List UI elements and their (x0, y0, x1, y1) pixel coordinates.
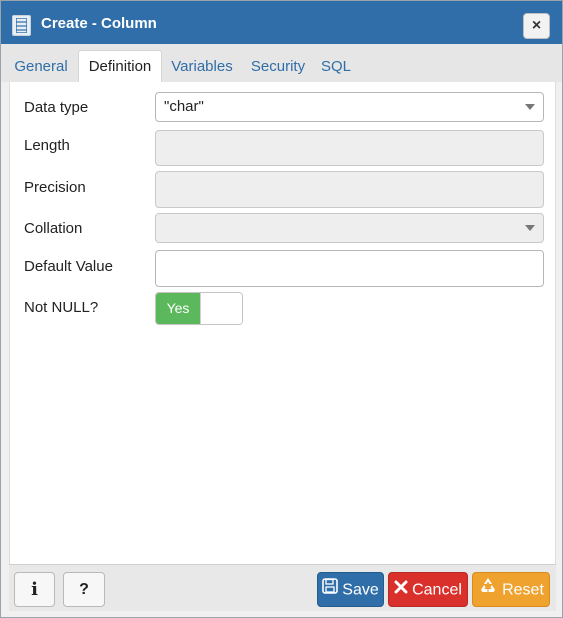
collation-select (155, 213, 544, 243)
recycle-icon (478, 573, 498, 606)
default-value-input[interactable] (155, 250, 544, 287)
floppy-disk-icon (322, 573, 339, 606)
precision-input (155, 171, 544, 208)
reset-label: Reset (502, 581, 544, 599)
default-value-label: Default Value (24, 258, 113, 275)
length-input (155, 130, 544, 166)
toggle-handle[interactable] (200, 293, 242, 324)
dialog-title: Create - Column (41, 15, 157, 32)
data-type-value: "char" (164, 98, 204, 115)
tab-definition[interactable]: Definition (78, 50, 162, 82)
info-icon: i (31, 579, 38, 600)
precision-label: Precision (24, 179, 86, 196)
table-column-icon (12, 15, 31, 36)
help-button[interactable]: ? (63, 572, 105, 607)
create-column-dialog: Create - Column × General Definition Var… (0, 0, 563, 618)
data-type-label: Data type (24, 99, 89, 116)
definition-panel: Data type "char" Length Precision Collat… (9, 82, 556, 564)
tab-sql[interactable]: SQL (318, 52, 354, 82)
tab-variables[interactable]: Variables (167, 52, 237, 82)
not-null-label: Not NULL? (24, 299, 99, 316)
cancel-button[interactable]: Cancel (388, 572, 468, 607)
data-type-select[interactable]: "char" (155, 92, 544, 122)
tab-bar: General Definition Variables Security SQ… (1, 44, 562, 82)
chevron-down-icon (525, 225, 535, 231)
collation-label: Collation (24, 220, 83, 237)
tab-general[interactable]: General (8, 52, 74, 82)
dialog-titlebar[interactable]: Create - Column × (1, 1, 562, 44)
not-null-toggle[interactable]: Yes (155, 292, 243, 325)
save-label: Save (342, 581, 379, 599)
chevron-down-icon[interactable] (525, 104, 535, 110)
close-button[interactable]: × (523, 13, 550, 39)
save-button[interactable]: Save (317, 572, 384, 607)
length-label: Length (24, 137, 70, 154)
info-button[interactable]: i (14, 572, 55, 607)
dialog-footer: i ? Save Cancel Reset (9, 564, 556, 611)
cancel-label: Cancel (412, 581, 462, 599)
help-icon: ? (79, 581, 89, 598)
toggle-on-label: Yes (156, 293, 200, 324)
tab-security[interactable]: Security (246, 52, 310, 82)
reset-button[interactable]: Reset (472, 572, 550, 607)
x-icon (394, 573, 408, 606)
